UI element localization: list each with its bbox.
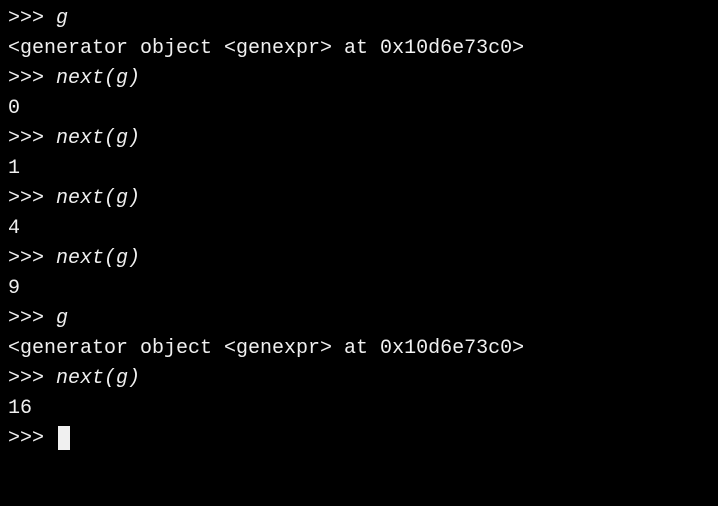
repl-prompt: >>> <box>8 127 56 150</box>
repl-prompt: >>> <box>8 367 56 390</box>
terminal-line: 16 <box>8 394 710 424</box>
repl-input: next(g) <box>56 127 140 150</box>
repl-input: g <box>56 7 68 30</box>
repl-output: <generator object <genexpr> at 0x10d6e73… <box>8 337 524 360</box>
terminal-line: >>> g <box>8 4 710 34</box>
terminal-line: >>> <box>8 424 710 454</box>
terminal-line: >>> g <box>8 304 710 334</box>
repl-prompt: >>> <box>8 307 56 330</box>
repl-input: next(g) <box>56 67 140 90</box>
terminal-line: >>> next(g) <box>8 184 710 214</box>
terminal-line: 9 <box>8 274 710 304</box>
terminal[interactable]: >>> g <generator object <genexpr> at 0x10… <box>8 4 710 454</box>
repl-output: 16 <box>8 397 32 420</box>
repl-prompt: >>> <box>8 67 56 90</box>
terminal-line: <generator object <genexpr> at 0x10d6e73… <box>8 34 710 64</box>
terminal-line: >>> next(g) <box>8 64 710 94</box>
repl-input: g <box>56 307 68 330</box>
repl-output: 9 <box>8 277 20 300</box>
repl-input: next(g) <box>56 367 140 390</box>
repl-input: next(g) <box>56 187 140 210</box>
repl-output: 4 <box>8 217 20 240</box>
repl-prompt: >>> <box>8 187 56 210</box>
terminal-line: 4 <box>8 214 710 244</box>
terminal-line: 0 <box>8 94 710 124</box>
repl-prompt: >>> <box>8 247 56 270</box>
terminal-line: <generator object <genexpr> at 0x10d6e73… <box>8 334 710 364</box>
repl-output: 1 <box>8 157 20 180</box>
repl-output: 0 <box>8 97 20 120</box>
terminal-line: >>> next(g) <box>8 124 710 154</box>
repl-prompt: >>> <box>8 427 56 450</box>
cursor <box>58 426 70 450</box>
terminal-line: >>> next(g) <box>8 244 710 274</box>
repl-output: <generator object <genexpr> at 0x10d6e73… <box>8 37 524 60</box>
repl-prompt: >>> <box>8 7 56 30</box>
terminal-line: >>> next(g) <box>8 364 710 394</box>
repl-input: next(g) <box>56 247 140 270</box>
terminal-line: 1 <box>8 154 710 184</box>
